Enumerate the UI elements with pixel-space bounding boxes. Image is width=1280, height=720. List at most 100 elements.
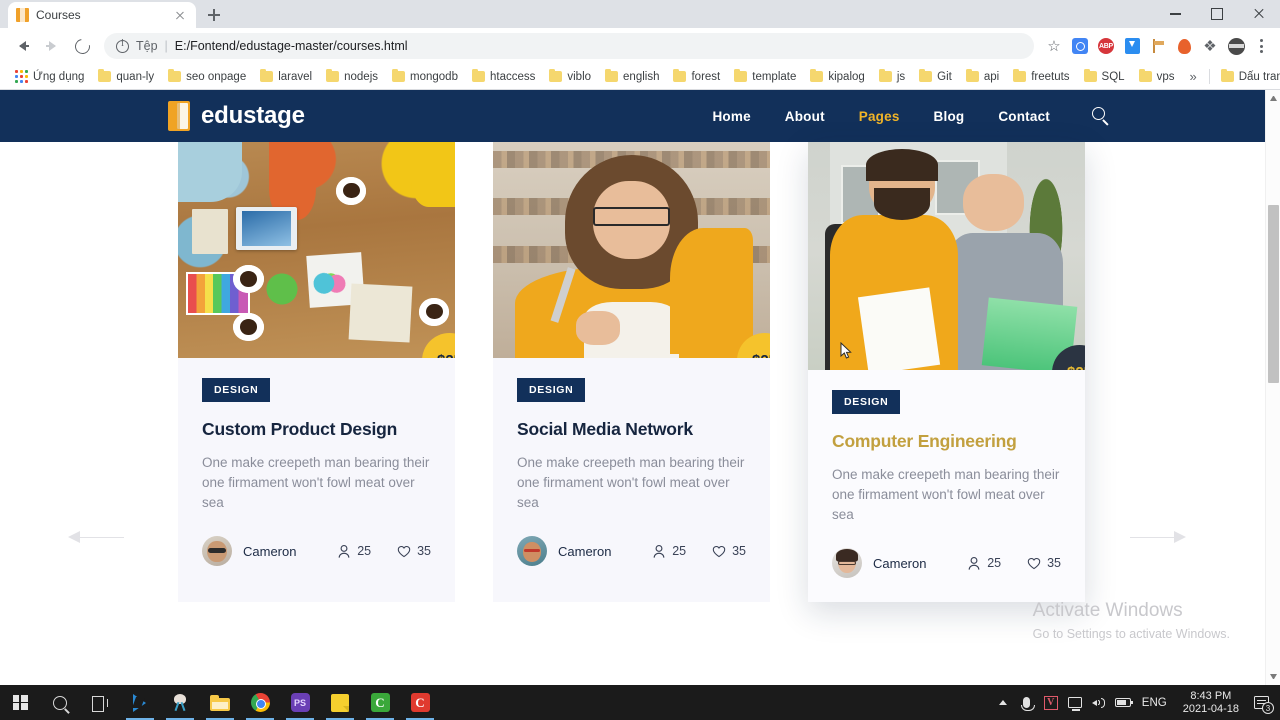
info-circle-icon[interactable] — [116, 38, 129, 53]
brand[interactable]: edustage — [168, 101, 305, 131]
arrow-right-icon — [1174, 531, 1186, 543]
students-count: 25 — [357, 544, 372, 558]
category-badge[interactable]: DESIGN — [202, 378, 271, 402]
search-icon[interactable] — [1092, 107, 1110, 126]
scroll-up-arrow[interactable] — [1270, 96, 1277, 101]
taskbar-app-red-c[interactable]: C — [400, 685, 440, 720]
browser-window: Courses Tệp | E:/Fontend/edustage-master… — [0, 0, 1280, 685]
folder-icon — [98, 69, 112, 82]
extensions-row: ☆ ABP ❖ — [1042, 34, 1272, 58]
bookmark-item[interactable]: api — [959, 66, 1006, 88]
category-badge[interactable]: DESIGN — [517, 378, 586, 402]
red-c-icon: C — [410, 693, 430, 712]
bookmark-item[interactable]: Git — [912, 66, 959, 88]
taskbar-file-explorer[interactable] — [200, 685, 240, 720]
bookmark-item[interactable]: template — [727, 66, 803, 88]
taskbar-chrome[interactable] — [240, 685, 280, 720]
taskbar-app-green-c[interactable]: C — [360, 685, 400, 720]
bookmark-item[interactable]: laravel — [253, 66, 319, 88]
three-dot-menu-icon[interactable] — [1250, 35, 1272, 57]
reload-button[interactable] — [68, 32, 96, 60]
bookmarks-overflow-button[interactable]: » — [1181, 69, 1204, 84]
students-stat: 25 — [967, 556, 1001, 571]
bookmark-item[interactable]: seo onpage — [161, 66, 253, 88]
other-bookmarks-button[interactable]: Dấu trang khác — [1214, 66, 1280, 88]
download-manager-icon[interactable] — [1120, 34, 1144, 58]
bookmark-item[interactable]: vps — [1132, 66, 1182, 88]
taskbar-vscode[interactable] — [120, 685, 160, 720]
task-view-button[interactable] — [80, 685, 120, 720]
carousel-next-button[interactable] — [1130, 530, 1186, 544]
page-scrollbar[interactable] — [1265, 90, 1280, 685]
signpost-extension-icon[interactable] — [1146, 34, 1170, 58]
taskbar-snipping-tool[interactable] — [160, 685, 200, 720]
carousel-prev-button[interactable] — [68, 530, 124, 544]
start-button[interactable] — [0, 685, 40, 720]
browser-tab[interactable]: Courses — [8, 2, 196, 28]
new-tab-button[interactable] — [200, 2, 228, 28]
category-badge[interactable]: DESIGN — [832, 390, 901, 414]
back-button[interactable] — [8, 32, 36, 60]
profile-avatar-icon[interactable] — [1224, 34, 1248, 58]
bookmark-item[interactable]: forest — [666, 66, 727, 88]
course-title[interactable]: Social Media Network — [517, 419, 746, 440]
bookmark-item[interactable]: nodejs — [319, 66, 385, 88]
folder-icon — [326, 69, 340, 82]
puzzle-extensions-icon[interactable]: ❖ — [1198, 34, 1222, 58]
address-bar[interactable]: Tệp | E:/Fontend/edustage-master/courses… — [104, 33, 1034, 59]
bookmark-item[interactable]: SQL — [1077, 66, 1132, 88]
taskbar-search-button[interactable] — [40, 685, 80, 720]
minimize-button[interactable] — [1154, 0, 1196, 28]
scroll-down-arrow[interactable] — [1270, 674, 1277, 679]
bookmark-item[interactable]: mongodb — [385, 66, 465, 88]
bookmark-item[interactable]: english — [598, 66, 666, 88]
taskbar-sticky-notes[interactable] — [320, 685, 360, 720]
scroll-thumb[interactable] — [1268, 205, 1279, 383]
bookmark-item[interactable]: kipalog — [803, 66, 871, 88]
site-nav-links: Home About Pages Blog Contact — [712, 109, 1050, 124]
forward-button[interactable] — [38, 32, 66, 60]
show-hidden-icons-chevron[interactable] — [991, 685, 1015, 720]
course-card[interactable]: $25 DESIGN Computer Engineering One make… — [808, 142, 1085, 602]
bookmark-item[interactable]: htaccess — [465, 66, 542, 88]
bookmark-item[interactable]: viblo — [542, 66, 598, 88]
maximize-button[interactable] — [1196, 0, 1238, 28]
bookmark-star-icon[interactable]: ☆ — [1042, 34, 1066, 58]
notifications-icon[interactable]: 3 — [1248, 685, 1274, 720]
bookmark-apps[interactable]: Ứng dụng — [8, 66, 91, 88]
fire-extension-icon[interactable] — [1172, 34, 1196, 58]
bookmark-label: viblo — [567, 70, 592, 83]
course-card[interactable]: $25 DESIGN Social Media Network One make… — [493, 142, 770, 602]
language-indicator[interactable]: ENG — [1135, 697, 1174, 709]
volume-icon[interactable] — [1087, 685, 1111, 720]
course-title[interactable]: Custom Product Design — [202, 419, 431, 440]
browser-titlebar: Courses — [0, 0, 1280, 28]
nav-link-blog[interactable]: Blog — [934, 109, 965, 124]
tab-close-icon[interactable] — [172, 7, 188, 23]
blue-search-extension-icon[interactable] — [1068, 34, 1092, 58]
bookmark-label: seo onpage — [186, 70, 247, 83]
nav-link-about[interactable]: About — [785, 109, 825, 124]
unikey-icon[interactable]: V — [1039, 685, 1063, 720]
forward-arrow-icon — [45, 41, 56, 51]
course-card[interactable]: $25 DESIGN Custom Product Design One mak… — [178, 142, 455, 602]
mouse-cursor — [840, 342, 852, 359]
students-stat: 25 — [337, 544, 371, 559]
nav-link-home[interactable]: Home — [712, 109, 750, 124]
bookmark-item[interactable]: js — [872, 66, 912, 88]
clock[interactable]: 8:43 PM 2021-04-18 — [1174, 690, 1248, 716]
nav-link-contact[interactable]: Contact — [998, 109, 1050, 124]
microphone-icon[interactable] — [1015, 685, 1039, 720]
adblock-plus-icon[interactable]: ABP — [1094, 34, 1118, 58]
bookmark-item[interactable]: quan-ly — [91, 66, 161, 88]
folder-icon — [878, 69, 892, 82]
course-body: DESIGN Custom Product Design One make cr… — [178, 358, 455, 590]
course-title[interactable]: Computer Engineering — [832, 431, 1061, 452]
folder-icon — [605, 69, 619, 82]
nav-link-pages[interactable]: Pages — [859, 109, 900, 124]
bookmark-item[interactable]: freetuts — [1006, 66, 1076, 88]
taskbar-phpstorm[interactable]: PS — [280, 685, 320, 720]
display-icon[interactable] — [1063, 685, 1087, 720]
close-button[interactable] — [1238, 0, 1280, 28]
battery-icon[interactable] — [1111, 685, 1135, 720]
